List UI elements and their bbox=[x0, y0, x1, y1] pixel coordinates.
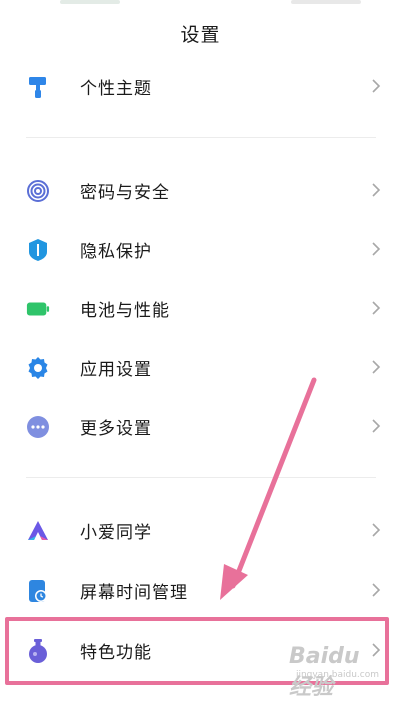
xiaoai-icon bbox=[26, 519, 50, 543]
chevron-right-icon bbox=[372, 583, 381, 597]
page-title: 设置 bbox=[180, 24, 221, 46]
settings-item-privacy[interactable]: 隐私保护 bbox=[0, 221, 401, 277]
chevron-right-icon bbox=[372, 360, 381, 374]
settings-item-xiaoai[interactable]: 小爱同学 bbox=[0, 502, 401, 558]
chevron-right-icon bbox=[372, 419, 381, 433]
fingerprint-icon bbox=[26, 179, 50, 203]
settings-item-battery[interactable]: 电池与性能 bbox=[0, 280, 401, 336]
group-divider bbox=[26, 137, 376, 138]
settings-item-label: 屏幕时间管理 bbox=[80, 583, 188, 603]
settings-item-label: 更多设置 bbox=[80, 419, 152, 439]
battery-icon bbox=[26, 297, 50, 321]
status-right bbox=[291, 0, 361, 4]
settings-item-label: 应用设置 bbox=[80, 360, 152, 380]
settings-item-label: 小爱同学 bbox=[80, 523, 152, 543]
chevron-right-icon bbox=[372, 183, 381, 197]
chevron-right-icon bbox=[372, 301, 381, 315]
settings-item-label: 隐私保护 bbox=[80, 242, 152, 262]
watermark-sub: jingyan.baidu.com bbox=[295, 670, 379, 680]
settings-item-personal-theme[interactable]: 个性主题 bbox=[0, 58, 401, 114]
settings-item-label: 个性主题 bbox=[80, 79, 152, 99]
group-divider bbox=[26, 477, 376, 478]
chevron-right-icon bbox=[372, 242, 381, 256]
gear-icon bbox=[26, 356, 50, 380]
chevron-right-icon bbox=[372, 79, 381, 93]
settings-item-label: 电池与性能 bbox=[80, 301, 170, 321]
settings-item-app-settings[interactable]: 应用设置 bbox=[0, 339, 401, 395]
shield-icon bbox=[26, 238, 50, 262]
more-dots-icon bbox=[26, 415, 50, 439]
settings-item-label: 密码与安全 bbox=[80, 183, 170, 203]
screen-time-icon bbox=[26, 579, 50, 603]
settings-item-more-settings[interactable]: 更多设置 bbox=[0, 398, 401, 454]
chevron-right-icon bbox=[372, 523, 381, 537]
settings-item-password-security[interactable]: 密码与安全 bbox=[0, 162, 401, 218]
watermark: Baidu经验 jingyan.baidu.com bbox=[289, 644, 379, 700]
settings-item-screen-time[interactable]: 屏幕时间管理 bbox=[0, 562, 401, 618]
status-bar bbox=[0, 0, 401, 10]
paint-roller-icon bbox=[26, 75, 50, 99]
status-left bbox=[60, 0, 120, 4]
